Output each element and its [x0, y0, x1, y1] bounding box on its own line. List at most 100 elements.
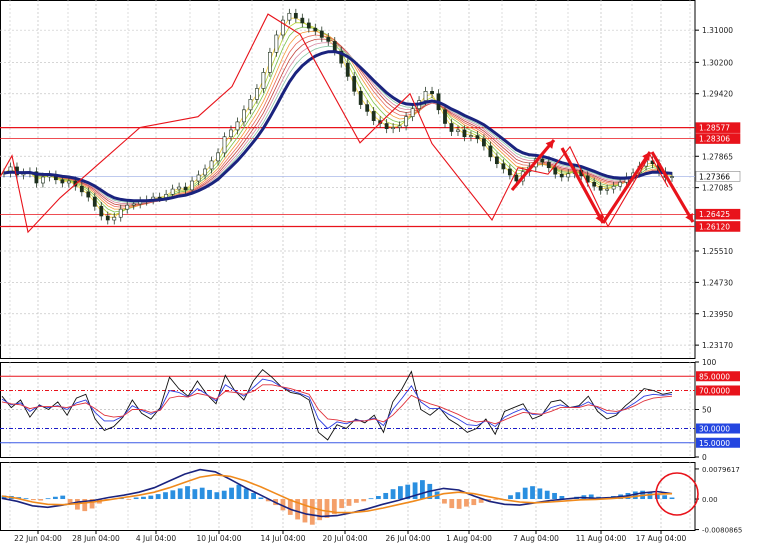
macd-bar-3: [23, 498, 29, 500]
osc-level-label-3: 15.0000: [699, 439, 730, 448]
candle-body-53: [345, 62, 350, 77]
macd-bar-41: [302, 499, 308, 523]
candle-body-68: [443, 109, 447, 124]
candle-body-50: [326, 37, 331, 42]
candle-body-66: [430, 91, 434, 95]
candle-body-72: [469, 135, 473, 138]
macd-bar-4: [30, 499, 36, 501]
candle-body-56: [365, 104, 370, 112]
macd-bar-20: [148, 495, 154, 500]
time-tick-label-9: 11 Aug 04:00: [576, 534, 627, 543]
candle-body-71: [462, 129, 467, 138]
candle-body-41: [268, 51, 272, 73]
candle-body-92: [598, 185, 603, 191]
candle-body-94: [611, 185, 616, 190]
candle-body-63: [410, 108, 415, 117]
candle-body-55: [358, 91, 363, 105]
candle-body-74: [482, 138, 486, 147]
price-tick-label-0: 1.31000: [702, 26, 733, 35]
candle-body-15: [99, 206, 104, 217]
time-tick-label-2: 4 Jul 04:00: [136, 534, 176, 543]
macd-bar-31: [229, 487, 234, 500]
candle-body-93: [605, 188, 610, 191]
candle-body-91: [592, 181, 597, 187]
macd-tick-label-0: 0.0079617: [702, 466, 740, 474]
macd-bar-34: [251, 492, 256, 500]
candle-body-44: [287, 12, 292, 21]
macd-bar-52: [383, 492, 389, 500]
macd-bar-23: [170, 490, 176, 500]
candle-body-54: [352, 76, 357, 92]
price-tick-label-1: 1.30200: [702, 58, 733, 67]
price-label-2: 1.27366: [699, 172, 730, 181]
candle-body-40: [261, 72, 266, 89]
macd-bar-90: [662, 495, 668, 500]
candle-body-26: [170, 188, 175, 195]
candle-body-95: [618, 181, 623, 187]
osc-tick-label-0: 100: [702, 358, 717, 367]
candle-body-32: [209, 160, 214, 170]
candle-body-75: [488, 145, 493, 158]
macd-bar-46: [339, 499, 345, 509]
candle-body-34: [222, 136, 227, 154]
candle-body-61: [397, 125, 402, 128]
macd-bar-64: [471, 499, 477, 506]
candle-body-10: [66, 180, 71, 184]
candle-body-38: [248, 99, 253, 111]
candle-body-86: [559, 173, 564, 178]
macd-bar-51: [375, 496, 381, 500]
candle-body-76: [494, 156, 499, 165]
macd-bar-21: [155, 494, 161, 500]
candle-body-46: [300, 17, 305, 24]
price-label-1: 1.28306: [699, 135, 730, 144]
candle-body-39: [255, 88, 259, 100]
candle-body-73: [475, 135, 480, 140]
osc-level-label-2: 30.0000: [699, 425, 730, 434]
macd-bar-62: [456, 499, 462, 509]
macd-bar-69: [508, 495, 513, 500]
osc-level-label-0: 85.0000: [699, 372, 730, 381]
time-tick-label-10: 17 Aug 04:00: [636, 534, 687, 543]
macd-bar-74: [544, 490, 550, 500]
candle-body-14: [92, 196, 97, 207]
macd-bar-24: [177, 488, 183, 500]
candle-body-59: [384, 123, 389, 130]
candle-body-19: [125, 204, 130, 210]
candle-body-37: [242, 109, 246, 123]
candle-body-25: [164, 193, 169, 198]
candle-body-45: [293, 12, 298, 19]
candle-body-57: [371, 111, 376, 121]
chart-background: [0, 0, 770, 545]
candle-body-79: [514, 174, 519, 182]
price-tick-label-3: 1.27865: [702, 152, 733, 161]
candle-body-20: [131, 203, 136, 206]
candle-body-27: [177, 186, 182, 190]
price-label-3: 1.26425: [699, 210, 730, 219]
macd-bar-17: [126, 499, 132, 500]
macd-bar-19: [141, 496, 146, 500]
candle-body-42: [274, 34, 279, 53]
macd-bar-26: [192, 489, 198, 500]
candle-body-18: [118, 208, 123, 218]
candle-body-85: [553, 167, 558, 175]
time-tick-label-3: 10 Jul 04:00: [197, 534, 242, 543]
candle-body-47: [306, 22, 311, 29]
macd-bar-18: [133, 497, 139, 500]
macd-bar-60: [442, 499, 447, 504]
osc-tick-label-1: 50: [702, 406, 712, 415]
macd-bar-32: [236, 484, 242, 500]
candle-body-78: [507, 168, 512, 176]
time-tick-label-7: 1 Aug 04:00: [446, 534, 492, 543]
macd-bar-72: [530, 486, 535, 500]
macd-bar-63: [464, 499, 469, 507]
candle-body-13: [86, 191, 91, 198]
macd-bar-28: [207, 489, 212, 500]
chart-canvas[interactable]: 1.31000 1.30200 1.29420 1.27865 1.27085 1.255…: [0, 0, 770, 545]
trading-chart[interactable]: 1.31000 1.30200 1.29420 1.27865 1.27085 1.255…: [0, 0, 770, 545]
candle-body-12: [79, 185, 84, 193]
candle-body-35: [229, 129, 233, 138]
price-tick-label-2: 1.29420: [702, 90, 733, 99]
price-tick-label-4: 1.27085: [702, 184, 733, 193]
macd-bar-53: [390, 489, 396, 500]
candle-body-77: [501, 163, 506, 170]
